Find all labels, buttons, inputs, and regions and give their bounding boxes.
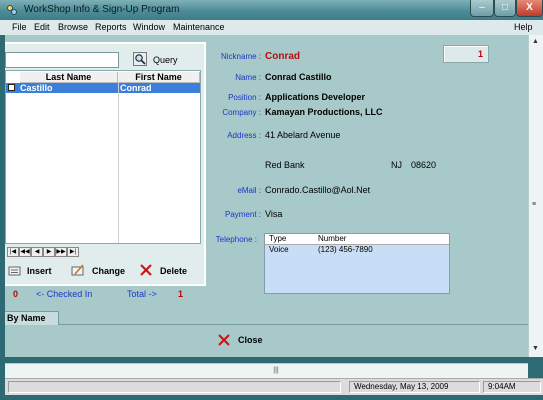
- close-window-button[interactable]: X: [516, 0, 543, 17]
- search-input[interactable]: [5, 52, 119, 68]
- company-label: Company :: [222, 108, 261, 117]
- name-value: Conrad Castillo: [265, 72, 332, 82]
- app-icon[interactable]: [6, 4, 18, 16]
- payment-label: Payment :: [224, 210, 261, 219]
- vertical-scrollbar[interactable]: ▲ ≡ ▼: [528, 35, 543, 357]
- menu-file[interactable]: File: [12, 22, 27, 32]
- first-record-icon[interactable]: |◀: [7, 247, 19, 257]
- email-value: Conrado.Castillo@Aol.Net: [265, 185, 371, 195]
- status-time: 9:04AM: [483, 381, 541, 393]
- address-line1: 41 Abelard Avenue: [265, 130, 341, 140]
- change-button[interactable]: Change: [92, 266, 125, 276]
- nickname-label: Nickname :: [220, 52, 261, 61]
- minimize-button[interactable]: –: [470, 0, 494, 17]
- status-bar: Wednesday, May 13, 2009 9:04AM: [5, 378, 543, 395]
- page-forward-icon[interactable]: ▶▶: [55, 247, 67, 257]
- position-label: Position :: [228, 93, 261, 102]
- cell-last-name: Castillo: [20, 83, 53, 93]
- window-title: WorkShop Info & Sign-Up Program: [24, 4, 180, 15]
- state-value: NJ: [391, 160, 402, 170]
- position-value: Applications Developer: [265, 92, 366, 102]
- phone-list-header: Type Number: [265, 234, 449, 245]
- insert-icon[interactable]: [8, 264, 22, 276]
- table-row[interactable]: Castillo Conrad: [6, 83, 200, 93]
- scroll-up-arrow-icon[interactable]: ▲: [532, 38, 539, 45]
- name-grid[interactable]: Last Name First Name Castillo Conrad: [5, 70, 201, 244]
- company-value: Kamayan Productions, LLC: [265, 107, 383, 117]
- record-navigator: |◀ ◀◀ ◀ ▶ ▶▶ ▶|: [5, 247, 83, 258]
- record-id-field[interactable]: 1: [443, 45, 489, 63]
- total-label: Total ->: [127, 289, 157, 299]
- menu-edit[interactable]: Edit: [34, 22, 50, 32]
- city-value: Red Bank: [265, 160, 305, 170]
- cell-first-name: Conrad: [120, 83, 152, 93]
- phone-column-type[interactable]: Type: [269, 234, 286, 244]
- phone-column-number[interactable]: Number: [318, 234, 346, 244]
- column-divider: [118, 83, 119, 243]
- page-back-icon[interactable]: ◀◀: [19, 247, 31, 257]
- delete-button[interactable]: Delete: [160, 266, 187, 276]
- nickname-value: Conrad: [265, 51, 300, 62]
- name-label: Name :: [235, 73, 261, 82]
- column-header-last-name[interactable]: Last Name: [20, 72, 118, 83]
- menu-help[interactable]: Help: [514, 22, 533, 32]
- column-header-first-name[interactable]: First Name: [118, 72, 200, 83]
- scroll-down-arrow-icon[interactable]: ▼: [532, 345, 539, 352]
- status-panel-message: [8, 381, 341, 393]
- scroll-thumb-icon[interactable]: ≡: [532, 201, 536, 208]
- status-date: Wednesday, May 13, 2009: [349, 381, 480, 393]
- maximize-button[interactable]: □: [494, 0, 516, 17]
- zip-value: 08620: [411, 160, 437, 170]
- delete-icon[interactable]: [139, 264, 153, 276]
- horizontal-scrollbar[interactable]: |||: [5, 363, 528, 378]
- menu-browse[interactable]: Browse: [58, 22, 88, 32]
- phone-type-cell[interactable]: Voice: [269, 245, 289, 255]
- magnifier-query-icon[interactable]: [133, 52, 147, 66]
- close-x-icon[interactable]: [217, 333, 231, 347]
- payment-value: Visa: [265, 209, 283, 219]
- checked-in-label: <- Checked In: [36, 289, 93, 299]
- close-button[interactable]: Close: [238, 335, 263, 345]
- row-checkbox[interactable]: [8, 84, 15, 91]
- checked-in-count: 0: [13, 289, 19, 299]
- query-button-label[interactable]: Query: [153, 55, 178, 65]
- hscroll-thumb-icon[interactable]: |||: [267, 367, 285, 374]
- menu-window[interactable]: Window: [133, 22, 165, 32]
- insert-button[interactable]: Insert: [27, 266, 52, 276]
- change-icon[interactable]: [71, 264, 85, 276]
- phone-number-cell[interactable]: (123) 456-7890: [318, 245, 373, 255]
- next-record-icon[interactable]: ▶: [43, 247, 55, 257]
- menu-bar: File Edit Browse Reports Window Maintena…: [0, 20, 543, 35]
- previous-record-icon[interactable]: ◀: [31, 247, 43, 257]
- total-count: 1: [178, 289, 184, 299]
- last-record-icon[interactable]: ▶|: [67, 247, 79, 257]
- menu-maintenance[interactable]: Maintenance: [173, 22, 225, 32]
- address-label: Address :: [227, 131, 261, 140]
- phone-list[interactable]: Type Number Voice (123) 456-7890: [264, 233, 450, 294]
- menu-reports[interactable]: Reports: [95, 22, 127, 32]
- telephone-label: Telephone :: [215, 235, 257, 244]
- email-label: eMail :: [237, 186, 261, 195]
- tab-divider: [59, 324, 528, 325]
- tab-by-name[interactable]: By Name: [5, 311, 59, 325]
